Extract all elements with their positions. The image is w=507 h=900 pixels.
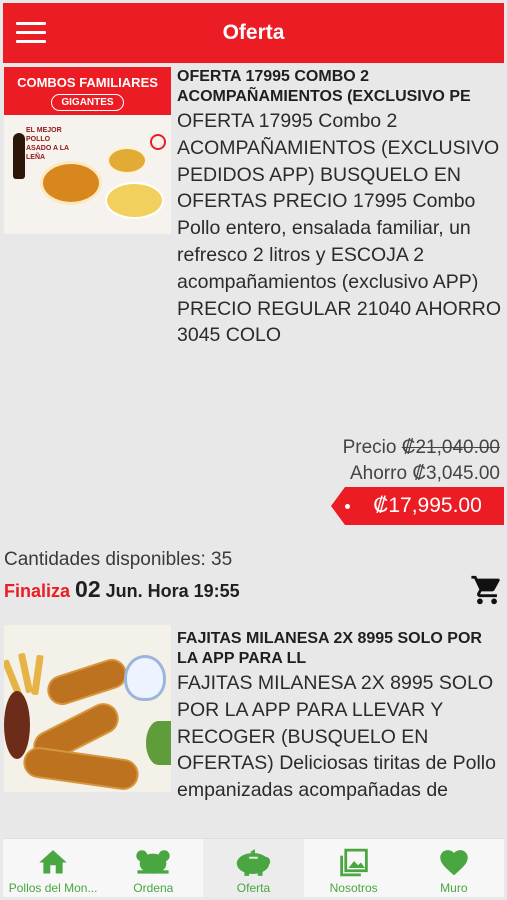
salad-illustration: [146, 721, 171, 765]
nav-item-ordena[interactable]: Ordena: [103, 839, 203, 897]
sauce-bowl-illustration: [4, 691, 30, 759]
nav-label: Pollos del Mon...: [8, 881, 98, 895]
offers-list[interactable]: COMBOS FAMILIARES GIGANTES EL MEJOR POLL…: [3, 63, 504, 838]
app-screen: Oferta COMBOS FAMILIARES GIGANTES EL MEJ…: [3, 3, 504, 897]
fries-illustration: [31, 654, 44, 696]
soda-bottle-illustration: [13, 133, 25, 179]
offer-image-fajitas[interactable]: [4, 625, 171, 792]
offer-description: FAJITAS MILANESA 2X 8995 SOLO POR LA APP…: [177, 672, 496, 802]
bottom-navigation: Pollos del Mon... Ordena Oferta Nosotros…: [3, 838, 504, 897]
ends-day: 02: [75, 576, 101, 602]
nav-label: Oferta: [236, 881, 271, 895]
nav-item-nosotros[interactable]: Nosotros: [304, 839, 404, 897]
offer-price-tag: ₡17,995.00: [331, 487, 504, 525]
home-icon: [39, 850, 67, 874]
stock-label: Cantidades disponibles:: [4, 549, 206, 570]
nav-item-home[interactable]: Pollos del Mon...: [3, 839, 103, 897]
top-app-bar: Oferta: [3, 3, 504, 63]
offer-text-block: OFERTA 17995 Combo 2 ACOMPAÑAMIENTOS (EX…: [177, 67, 503, 349]
rice-plate-illustration: [105, 182, 164, 219]
fries-illustration: [17, 652, 34, 694]
price-summary: Precio ₡21,040.00 Ahorro ₡3,045.00: [343, 435, 500, 487]
chicken-icon: [136, 850, 170, 874]
chicken-plate-illustration: [40, 161, 102, 205]
offer-text-block: FAJITAS MILANESA 2X 8995 SOLO POR LA APP…: [177, 629, 503, 804]
promo-food-photo: EL MEJOR POLLO ASADO A LA LEÑA: [4, 115, 171, 234]
nav-label: Muro: [440, 881, 468, 895]
dip-bowl-illustration: [124, 655, 166, 701]
offer-title: FAJITAS MILANESA 2X 8995 SOLO POR LA APP…: [177, 630, 482, 667]
offer-image-combos[interactable]: COMBOS FAMILIARES GIGANTES EL MEJOR POLL…: [4, 67, 171, 234]
regular-price-row: Precio ₡21,040.00: [343, 435, 500, 461]
piggy-bank-icon: [237, 849, 271, 876]
nav-label: Nosotros: [329, 881, 378, 895]
saving-amount: ₡3,045.00: [412, 463, 500, 484]
ends-time: Jun. Hora 19:55: [105, 581, 240, 601]
offer-card[interactable]: FAJITAS MILANESA 2X 8995 SOLO POR LA APP…: [3, 625, 504, 838]
nav-label: Ordena: [133, 881, 174, 895]
saving-label: Ahorro: [350, 463, 408, 484]
chicken-strip-illustration: [21, 745, 141, 792]
offer-title: OFERTA 17995 Combo 2 ACOMPAÑAMIENTOS (EX…: [177, 68, 471, 105]
stock-value: 35: [211, 549, 233, 570]
saving-row: Ahorro ₡3,045.00: [343, 461, 500, 487]
promo-banner-chip: GIGANTES: [51, 94, 124, 111]
nav-item-oferta[interactable]: Oferta: [203, 839, 304, 897]
promo-banner-title: COMBOS FAMILIARES: [17, 75, 158, 90]
ends-label: Finaliza: [4, 581, 71, 601]
side-plate-illustration: [107, 147, 147, 174]
regular-price: ₡21,040.00: [401, 437, 500, 458]
stock-available: Cantidades disponibles: 35: [4, 549, 232, 571]
heart-icon: [440, 850, 468, 876]
add-to-cart-icon[interactable]: [470, 571, 504, 609]
price-label: Precio: [342, 437, 397, 458]
offer-description: OFERTA 17995 Combo 2 ACOMPAÑAMIENTOS (EX…: [177, 110, 502, 347]
offer-card[interactable]: COMBOS FAMILIARES GIGANTES EL MEJOR POLL…: [3, 63, 504, 625]
offer-price: ₡17,995.00: [373, 494, 482, 517]
promo-tagline: EL MEJOR POLLO ASADO A LA LEÑA: [26, 127, 69, 161]
promo-banner: COMBOS FAMILIARES GIGANTES: [4, 67, 171, 115]
brand-seal-icon: [150, 134, 166, 150]
gallery-icon: [339, 848, 368, 877]
nav-item-muro[interactable]: Muro: [404, 839, 504, 897]
chicken-strip-illustration: [43, 655, 131, 709]
page-title: Oferta: [222, 21, 285, 44]
offer-end-date: Finaliza 02 Jun. Hora 19:55: [4, 576, 240, 603]
